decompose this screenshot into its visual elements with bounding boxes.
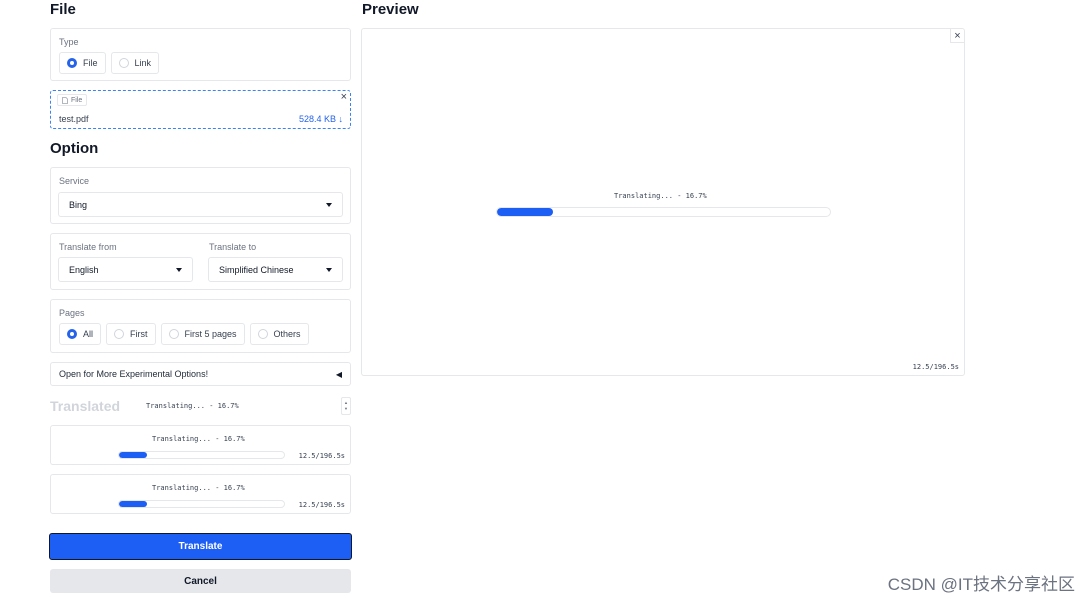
pages-radio-all[interactable]: All bbox=[59, 323, 102, 345]
translate-from-label: Translate from bbox=[59, 242, 117, 252]
pages-card: Pages All First First 5 pages Others bbox=[50, 299, 351, 353]
service-label: Service bbox=[59, 176, 90, 186]
file-icon bbox=[62, 96, 68, 104]
radio-unchecked-icon bbox=[118, 58, 129, 68]
type-card: Type File Link bbox=[50, 28, 351, 81]
translated-item-time: 12.5/196.5s bbox=[298, 501, 345, 509]
file-size-download-link[interactable]: 528.4 KB ↓ bbox=[299, 114, 343, 124]
cancel-button[interactable]: Cancel bbox=[50, 569, 351, 593]
translated-item: Translating... - 16.7% 12.5/196.5s bbox=[50, 425, 351, 465]
type-radio-link[interactable]: Link bbox=[110, 52, 160, 74]
file-close-icon[interactable]: × bbox=[341, 91, 347, 103]
translated-item-status: Translating... - 16.7% bbox=[152, 435, 245, 443]
pages-radio-all-label: All bbox=[83, 329, 94, 339]
pages-radio-others[interactable]: Others bbox=[249, 323, 309, 345]
radio-unchecked-icon bbox=[114, 329, 125, 339]
radio-checked-icon bbox=[67, 58, 77, 68]
translated-item-time: 12.5/196.5s bbox=[298, 452, 345, 460]
type-radio-file[interactable]: File bbox=[59, 52, 106, 74]
translated-item: Translating... - 16.7% 12.5/196.5s bbox=[50, 474, 351, 514]
preview-close-icon[interactable]: × bbox=[950, 29, 964, 43]
watermark-text: CSDN @IT技术分享社区 bbox=[887, 575, 1075, 594]
translate-from-value: English bbox=[69, 264, 99, 275]
service-select[interactable]: Bing bbox=[58, 192, 343, 217]
stepper-down-icon[interactable]: ▼ bbox=[344, 406, 348, 412]
preview-progress-fill bbox=[497, 208, 553, 216]
file-name: test.pdf bbox=[59, 114, 89, 124]
translated-item-progress-bar bbox=[118, 500, 285, 508]
pages-label: Pages bbox=[59, 308, 85, 318]
preview-time: 12.5/196.5s bbox=[912, 363, 959, 371]
option-section-title: Option bbox=[50, 140, 99, 157]
file-section-title: File bbox=[50, 1, 76, 18]
translate-to-label: Translate to bbox=[209, 242, 257, 252]
preview-status: Translating... - 16.7% bbox=[614, 192, 707, 200]
translated-item-progress-fill bbox=[119, 452, 147, 458]
preview-section-title: Preview bbox=[362, 1, 419, 18]
translated-stepper[interactable]: ▲ ▼ bbox=[341, 397, 351, 415]
chevron-down-icon bbox=[326, 267, 332, 272]
pages-radio-others-label: Others bbox=[273, 329, 301, 339]
pages-radio-first-label: First bbox=[130, 329, 148, 339]
translate-to-value: Simplified Chinese bbox=[219, 264, 294, 275]
radio-checked-icon bbox=[67, 329, 77, 339]
translated-item-status: Translating... - 16.7% bbox=[152, 484, 245, 492]
chevron-down-icon bbox=[326, 202, 332, 207]
radio-unchecked-icon bbox=[257, 329, 268, 339]
preview-progress-bar bbox=[496, 207, 831, 217]
service-select-value: Bing bbox=[69, 199, 88, 210]
type-radio-link-label: Link bbox=[134, 58, 152, 68]
file-chip-label: File bbox=[71, 96, 83, 104]
pages-radio-first[interactable]: First bbox=[106, 323, 156, 345]
translated-item-progress-bar bbox=[118, 451, 285, 459]
translated-status: Translating... - 16.7% bbox=[146, 402, 239, 410]
experimental-options-label: Open for More Experimental Options! bbox=[59, 369, 209, 379]
pages-radio-group: All First First 5 pages Others bbox=[59, 323, 309, 345]
collapse-arrow-icon: ◀ bbox=[335, 369, 342, 379]
experimental-options-toggle[interactable]: Open for More Experimental Options! ◀ bbox=[50, 362, 351, 386]
pages-radio-first-5[interactable]: First 5 pages bbox=[160, 323, 245, 345]
preview-panel: × Translating... - 16.7% 12.5/196.5s bbox=[361, 28, 965, 376]
translated-item-progress-fill bbox=[119, 501, 147, 507]
file-dropzone[interactable]: File × test.pdf 528.4 KB ↓ bbox=[50, 90, 351, 129]
translate-to-select[interactable]: Simplified Chinese bbox=[208, 257, 343, 282]
type-radio-file-label: File bbox=[83, 58, 98, 68]
pages-radio-first-5-label: First 5 pages bbox=[184, 329, 237, 339]
radio-unchecked-icon bbox=[168, 329, 179, 339]
type-radio-group: File Link bbox=[59, 52, 160, 74]
translate-button[interactable]: Translate bbox=[49, 533, 352, 560]
translate-from-select[interactable]: English bbox=[58, 257, 193, 282]
type-label: Type bbox=[59, 37, 79, 47]
file-chip: File bbox=[57, 94, 88, 106]
chevron-down-icon bbox=[176, 267, 182, 272]
translated-section-title: Translated bbox=[50, 398, 121, 414]
